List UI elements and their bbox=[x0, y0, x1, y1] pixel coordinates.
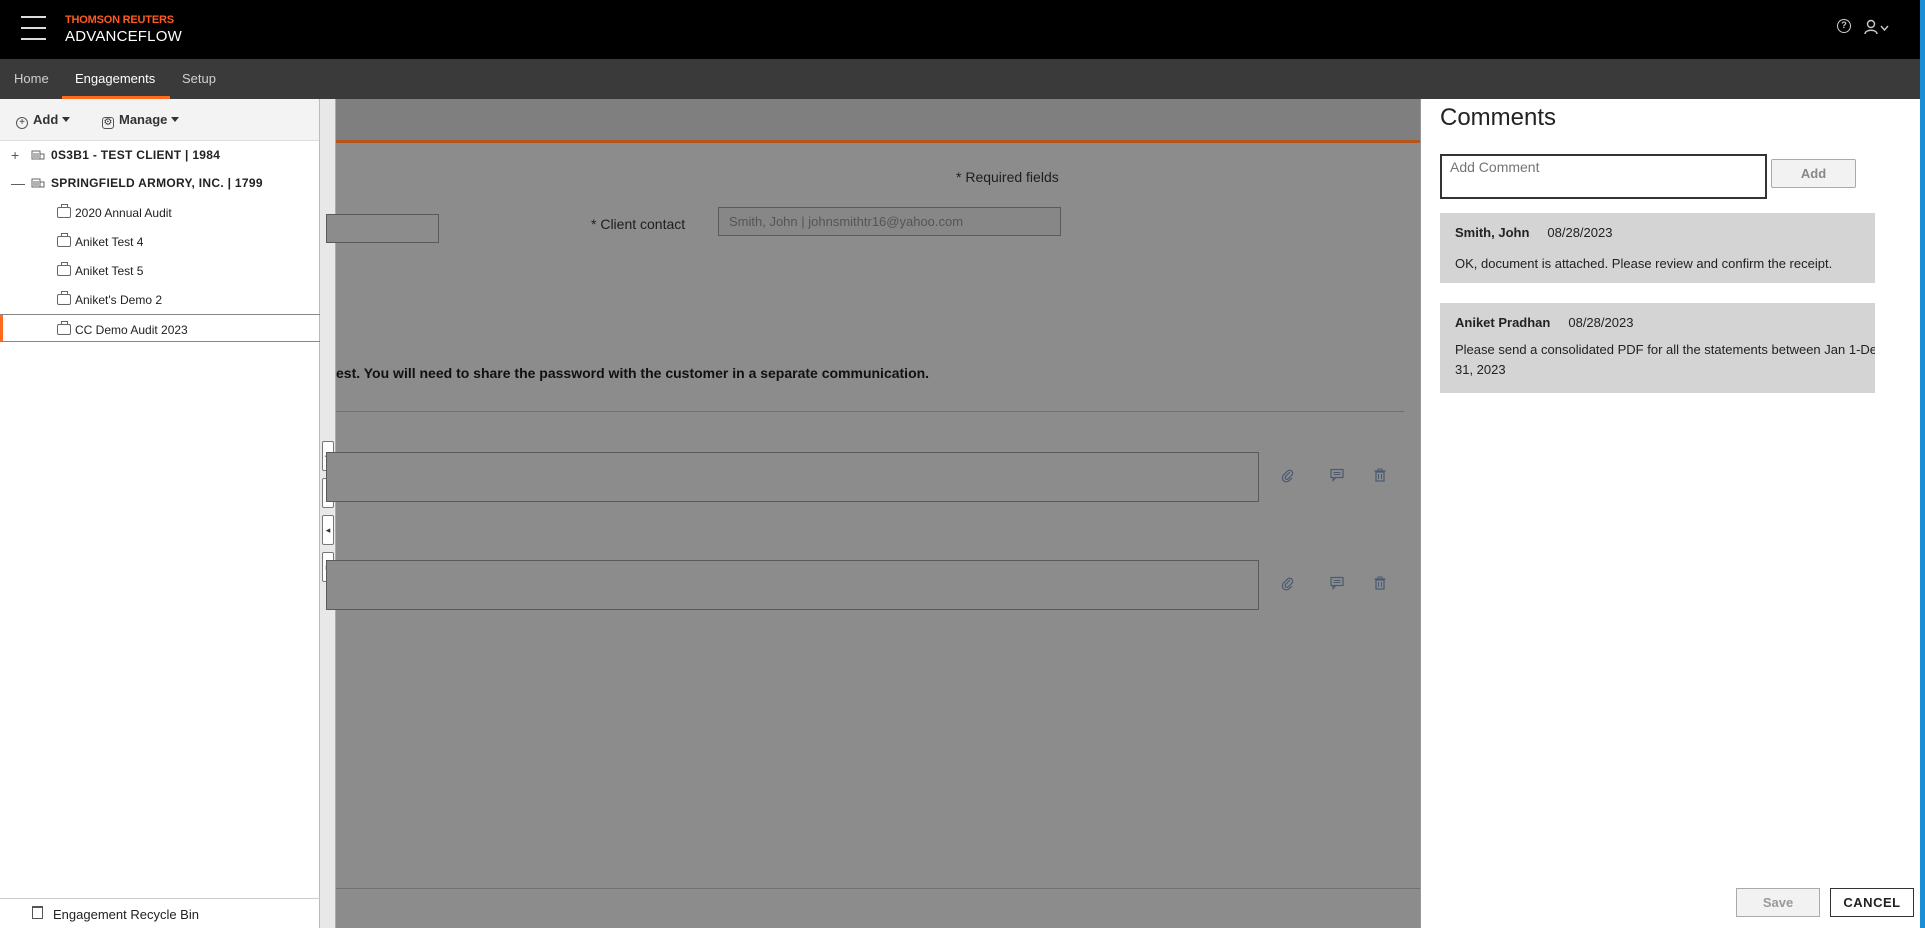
divider bbox=[336, 411, 1404, 412]
comment-date: 08/28/2023 bbox=[1568, 315, 1634, 330]
building-icon bbox=[31, 150, 45, 160]
tree-client-row[interactable]: — SPRINGFIELD ARMORY, INC. | 1799 bbox=[0, 169, 320, 197]
briefcase-icon bbox=[57, 204, 71, 218]
password-notice: est. You will need to share the password… bbox=[336, 365, 930, 381]
tree-client-label: SPRINGFIELD ARMORY, INC. | 1799 bbox=[51, 176, 263, 190]
expand-icon[interactable]: + bbox=[11, 147, 25, 163]
comment-text: OK, document is attached. Please review … bbox=[1455, 256, 1833, 271]
tree-engagement-row-selected[interactable]: CC Demo Audit 2023 bbox=[0, 314, 320, 342]
nav-setup[interactable]: Setup bbox=[182, 71, 216, 86]
tree-engagement-label: 2020 Annual Audit bbox=[75, 206, 172, 220]
request-textarea[interactable] bbox=[326, 452, 1259, 502]
tree-client-row[interactable]: + 0S3B1 - TEST CLIENT | 1984 bbox=[0, 141, 320, 169]
trash-icon bbox=[32, 906, 43, 919]
tree-engagement-row[interactable]: 2020 Annual Audit bbox=[0, 198, 320, 226]
delete-icon[interactable] bbox=[1372, 576, 1388, 592]
tree-engagement-label: CC Demo Audit 2023 bbox=[75, 323, 188, 337]
collapse-icon[interactable]: — bbox=[11, 175, 25, 191]
building-icon bbox=[31, 178, 45, 188]
attachment-icon[interactable] bbox=[1280, 577, 1296, 593]
comments-panel: Comments Add Smith, John 08/28/2023 OK, d… bbox=[1420, 99, 1925, 928]
briefcase-icon bbox=[57, 291, 71, 305]
caret-down-icon bbox=[62, 117, 71, 122]
brand-product: ADVANCEFLOW bbox=[65, 28, 182, 45]
recycle-bin-link[interactable]: Engagement Recycle Bin bbox=[0, 898, 320, 928]
window-edge-scrollbar[interactable] bbox=[1920, 0, 1925, 928]
tree-engagement-row[interactable]: Aniket's Demo 2 bbox=[0, 285, 320, 313]
save-button[interactable]: Save bbox=[1736, 888, 1820, 917]
manage-label: Manage bbox=[119, 112, 168, 127]
main-nav: Home Engagements Setup bbox=[0, 59, 1925, 99]
top-bar: THOMSON REUTERS ADVANCEFLOW ? bbox=[0, 0, 1925, 59]
recycle-bin-label: Engagement Recycle Bin bbox=[53, 907, 199, 922]
main-content-overlay: * Required fields * Client contact Smith… bbox=[326, 99, 1420, 928]
add-comment-input[interactable] bbox=[1440, 154, 1767, 199]
add-comment-button[interactable]: Add bbox=[1771, 159, 1856, 188]
briefcase-icon bbox=[57, 262, 71, 276]
comment-card: Smith, John 08/28/2023 OK, document is at… bbox=[1440, 213, 1875, 283]
comments-title: Comments bbox=[1440, 104, 1557, 131]
comment-date: 08/28/2023 bbox=[1547, 225, 1613, 240]
plus-circle-icon: + bbox=[16, 117, 28, 129]
user-menu-icon[interactable] bbox=[1864, 18, 1890, 35]
help-icon[interactable]: ? bbox=[1837, 19, 1851, 33]
tree-engagement-label: Aniket Test 4 bbox=[75, 235, 144, 249]
tree-client-label: 0S3B1 - TEST CLIENT | 1984 bbox=[51, 148, 221, 162]
gear-icon: ⚙ bbox=[102, 117, 114, 129]
add-dropdown-button[interactable]: + Add bbox=[16, 112, 71, 129]
main-header-band bbox=[336, 99, 1420, 143]
briefcase-icon bbox=[57, 321, 71, 335]
comment-author: Smith, John bbox=[1455, 225, 1530, 240]
engagement-tree-sidebar: + Add ⚙ Manage + 0S3B1 - TEST CLIENT | 198… bbox=[0, 99, 320, 928]
brand-company: THOMSON REUTERS bbox=[65, 14, 174, 26]
delete-icon[interactable] bbox=[1372, 468, 1388, 484]
nav-home[interactable]: Home bbox=[14, 71, 49, 86]
comment-author: Aniket Pradhan bbox=[1455, 315, 1551, 330]
required-fields-note: * Required fields bbox=[956, 169, 1059, 185]
splitter-left-icon[interactable]: ◂ bbox=[322, 515, 334, 545]
comment-icon[interactable] bbox=[1329, 576, 1345, 592]
add-label: Add bbox=[33, 112, 59, 127]
footer-divider bbox=[336, 888, 1420, 889]
hamburger-menu-icon[interactable] bbox=[21, 16, 46, 40]
cancel-button[interactable]: CANCEL bbox=[1830, 888, 1914, 917]
text-input[interactable] bbox=[326, 214, 439, 243]
manage-dropdown-button[interactable]: ⚙ Manage bbox=[102, 112, 180, 129]
comment-card: Aniket Pradhan 08/28/2023 Please send a c… bbox=[1440, 303, 1875, 393]
tree-engagement-row[interactable]: Aniket Test 5 bbox=[0, 256, 320, 284]
caret-down-icon bbox=[171, 117, 180, 122]
comment-text: Please send a consolidated PDF for all t… bbox=[1455, 342, 1875, 377]
nav-engagements[interactable]: Engagements bbox=[75, 71, 155, 86]
sidebar-toolbar: + Add ⚙ Manage bbox=[0, 99, 319, 141]
tree-engagement-row[interactable]: Aniket Test 4 bbox=[0, 227, 320, 255]
comment-icon[interactable] bbox=[1329, 468, 1345, 484]
client-contact-field[interactable]: Smith, John | johnsmithtr16@yahoo.com bbox=[718, 207, 1061, 236]
attachment-icon[interactable] bbox=[1280, 469, 1296, 485]
briefcase-icon bbox=[57, 233, 71, 247]
tree-engagement-label: Aniket Test 5 bbox=[75, 264, 144, 278]
tree-engagement-label: Aniket's Demo 2 bbox=[75, 293, 162, 307]
request-textarea[interactable] bbox=[326, 560, 1259, 610]
client-contact-label: * Client contact bbox=[591, 216, 686, 232]
